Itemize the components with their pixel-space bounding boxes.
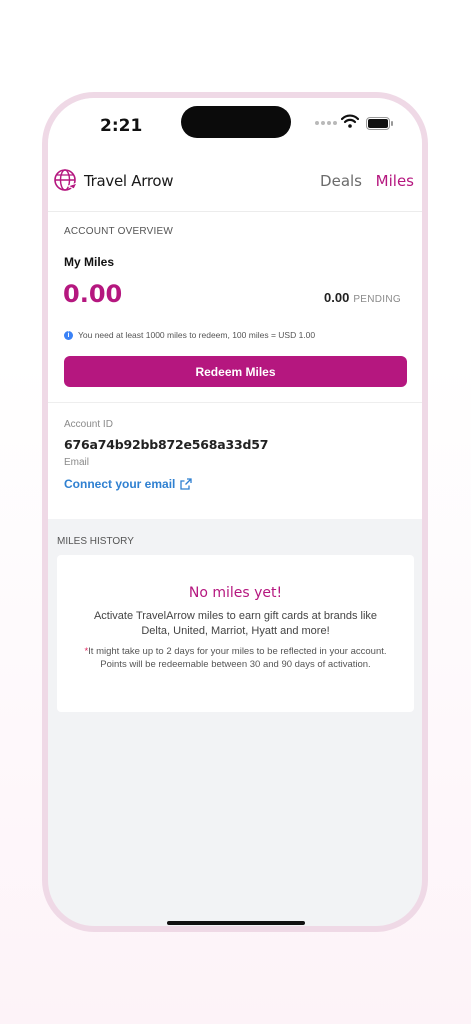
miles-balance: 0.00 — [63, 280, 123, 308]
miles-history-empty-card: No miles yet! Activate TravelArrow miles… — [57, 555, 414, 712]
empty-state-title: No miles yet! — [188, 585, 283, 601]
connect-email-text[interactable]: Connect your email — [64, 477, 175, 491]
nav-tab-miles[interactable]: Miles — [376, 172, 414, 190]
connect-email-link[interactable]: Connect your email — [64, 477, 193, 491]
redeem-miles-button[interactable]: Redeem Miles — [64, 356, 407, 387]
redeem-info-text: You need at least 1000 miles to redeem, … — [78, 330, 316, 340]
my-miles-label: My Miles — [64, 255, 115, 269]
globe-plane-logo-icon[interactable] — [54, 169, 78, 193]
external-link-icon[interactable] — [180, 478, 193, 490]
home-indicator[interactable] — [167, 921, 305, 925]
account-id-value: 676a74b92bb872e568a33d57 — [64, 437, 269, 452]
pending-label: PENDING — [353, 294, 401, 305]
signal-icon — [315, 121, 337, 125]
redeem-info: i You need at least 1000 miles to redeem… — [64, 330, 315, 340]
empty-state-description: Activate TravelArrow miles to earn gift … — [93, 610, 378, 637]
phone-frame: 2:21 Travel Arrow Deals Miles ACCOUNT OV… — [42, 92, 428, 932]
pending-value: 0.00 — [324, 290, 350, 305]
brand-name[interactable]: Travel Arrow — [84, 172, 174, 190]
account-details-section: Account ID 676a74b92bb872e568a33d57 Emai… — [48, 403, 422, 519]
app-header: Travel Arrow Deals Miles — [48, 154, 422, 212]
nav-tab-deals[interactable]: Deals — [320, 172, 362, 190]
empty-state-note: *It might take up to 2 days for your mil… — [77, 645, 394, 671]
info-icon: i — [64, 330, 73, 340]
section-label-miles-history: MILES HISTORY — [57, 536, 134, 547]
battery-icon — [366, 117, 393, 130]
email-label: Email — [64, 457, 90, 468]
pending-miles: 0.00 PENDING — [324, 290, 401, 305]
note-text: It might take up to 2 days for your mile… — [88, 646, 387, 670]
status-bar: 2:21 — [48, 98, 422, 154]
status-time: 2:21 — [100, 116, 143, 136]
app-screen: 2:21 Travel Arrow Deals Miles ACCOUNT OV… — [48, 98, 422, 926]
account-id-label: Account ID — [64, 419, 113, 430]
dynamic-island — [181, 106, 291, 138]
account-overview-section: ACCOUNT OVERVIEW My Miles 0.00 0.00 PEND… — [48, 212, 422, 403]
wifi-icon — [341, 114, 359, 128]
section-label-account-overview: ACCOUNT OVERVIEW — [64, 226, 173, 237]
